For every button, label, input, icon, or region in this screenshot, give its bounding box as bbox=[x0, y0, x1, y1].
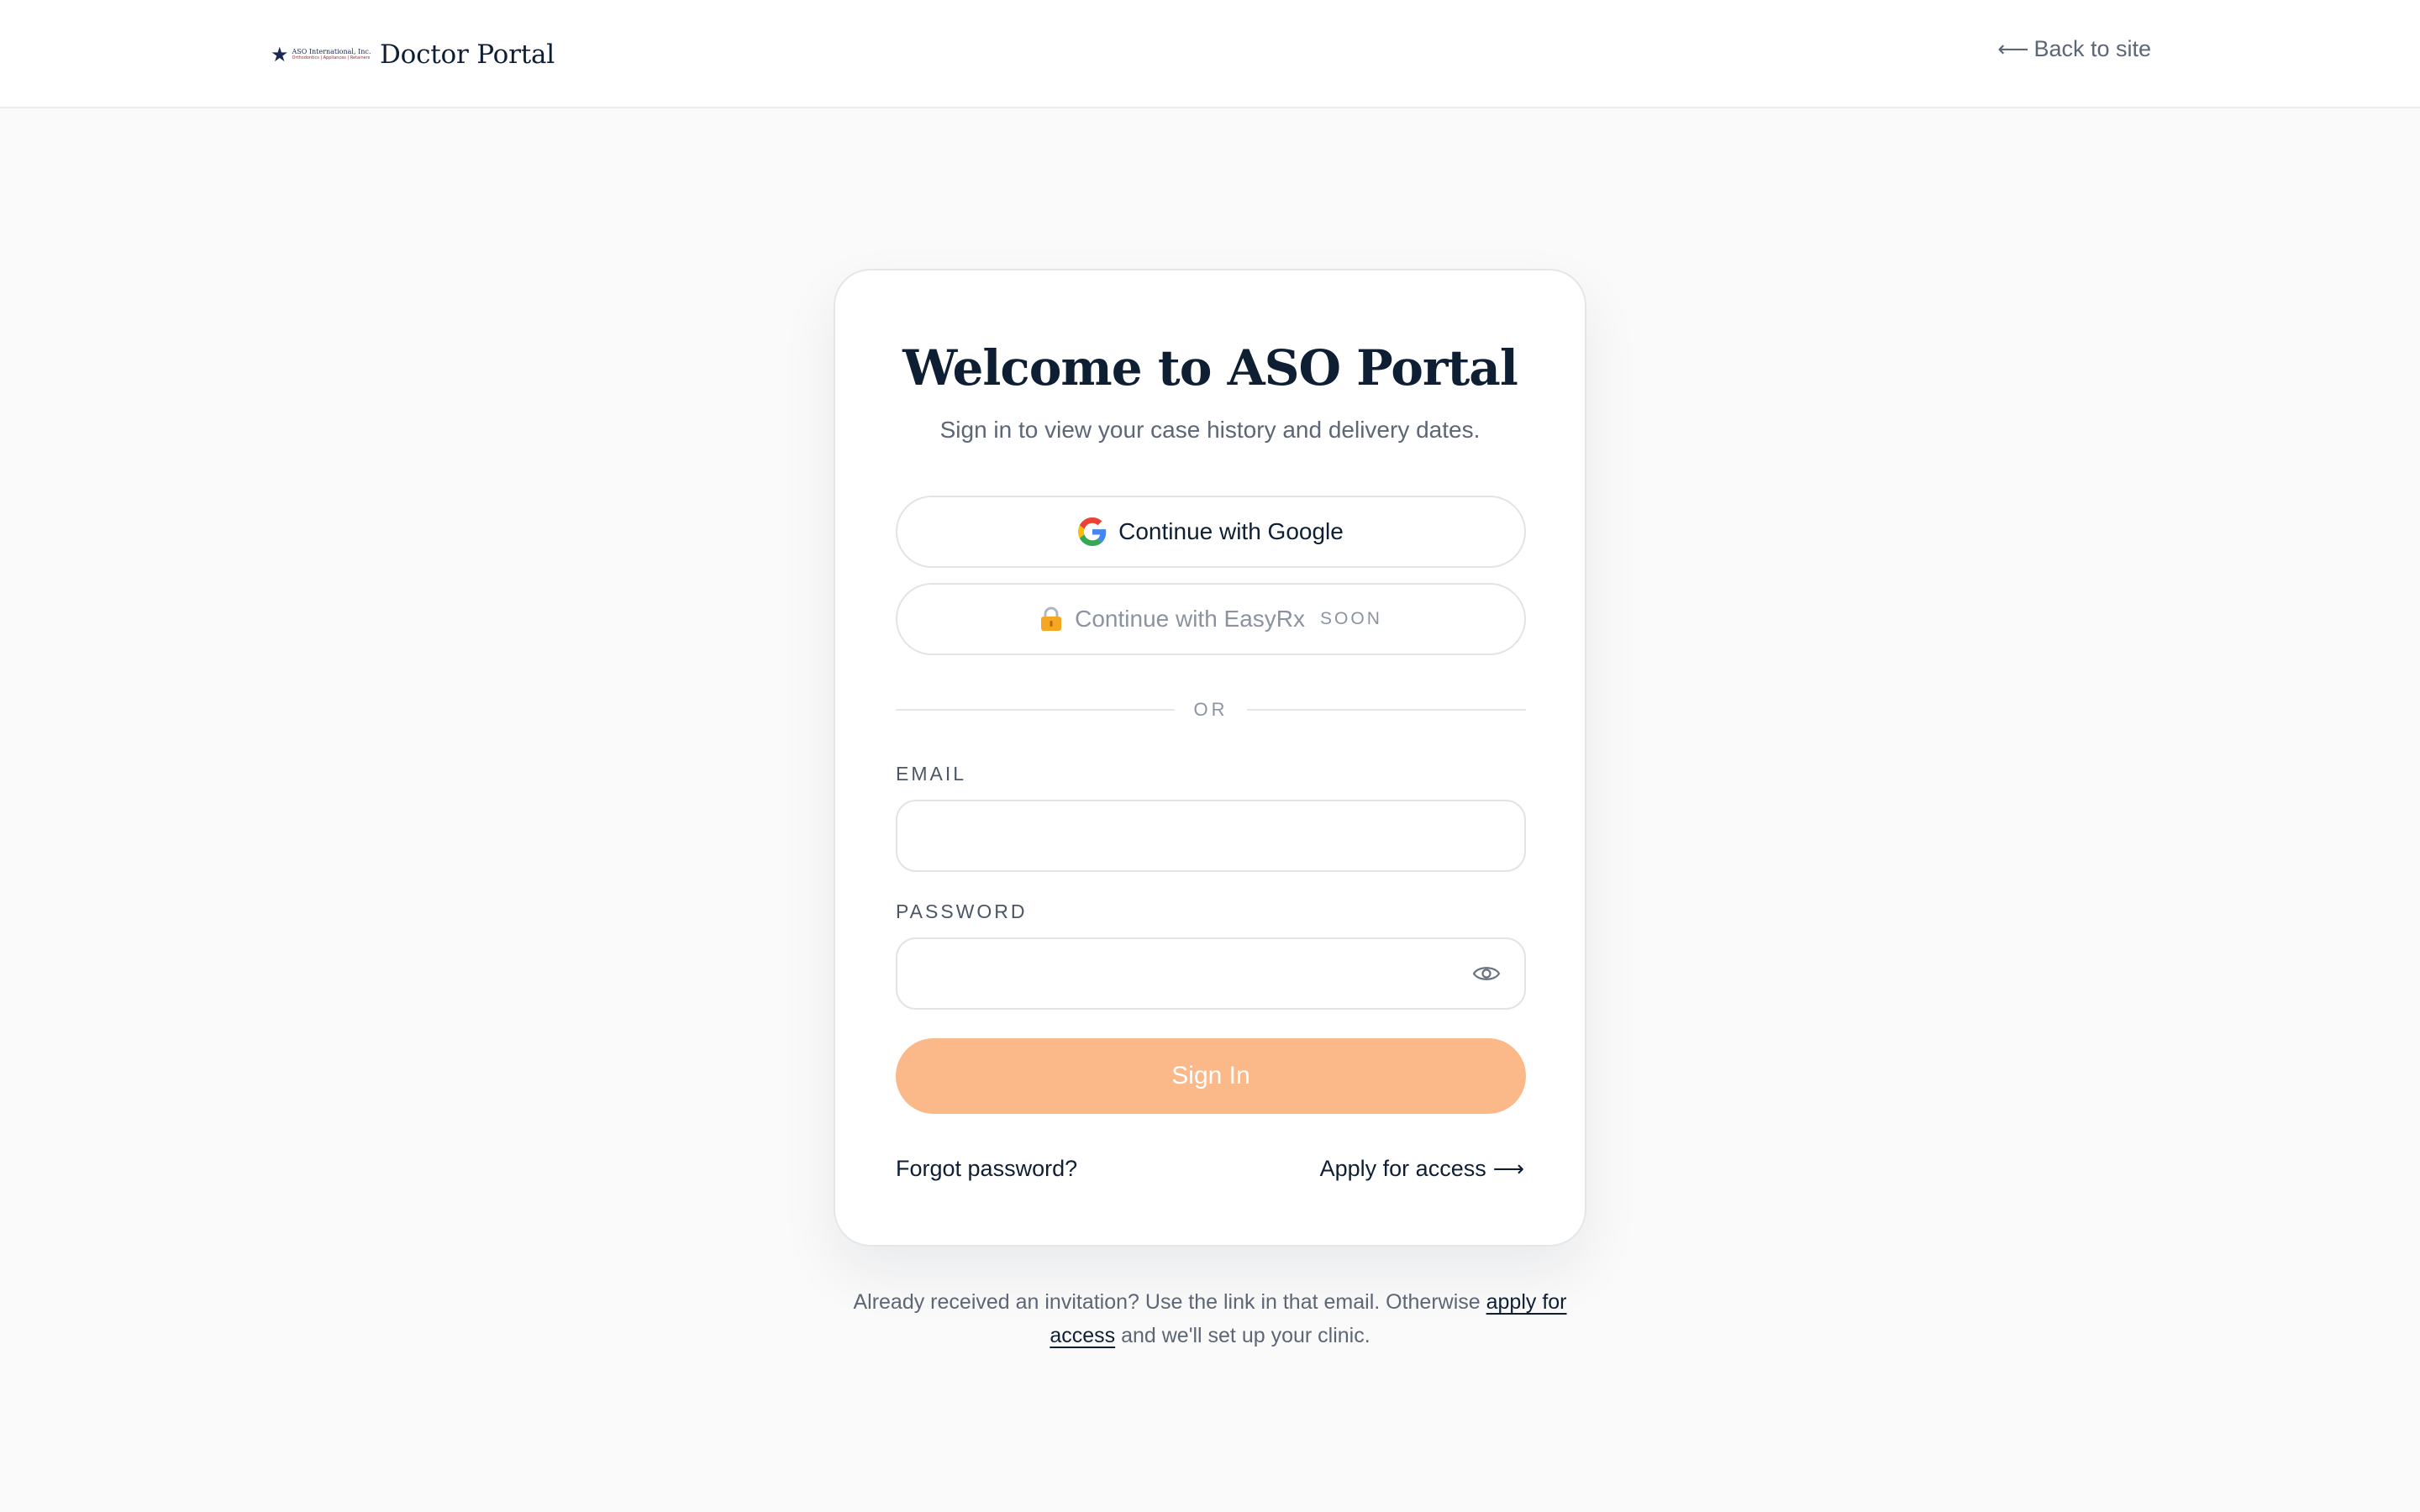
apply-for-access-link[interactable]: Apply for access ⟶ bbox=[1320, 1156, 1524, 1182]
easyrx-button-label: Continue with EasyRx bbox=[1075, 606, 1306, 632]
show-password-icon[interactable] bbox=[1472, 962, 1501, 985]
continue-with-easyrx-button[interactable]: Continue with EasyRx SOON bbox=[896, 583, 1526, 655]
or-divider: OR bbox=[896, 697, 1526, 722]
star-icon: ★ bbox=[271, 43, 289, 66]
arrow-left-icon: ⟵ bbox=[1997, 36, 2029, 62]
invitation-note: Already received an invitation? Use the … bbox=[823, 1285, 1597, 1352]
logo-tagline: Orthodontics | Appliances | Retainers bbox=[292, 55, 371, 60]
password-field[interactable] bbox=[896, 937, 1526, 1010]
invitation-note-text: Already received an invitation? Use the … bbox=[853, 1290, 1486, 1314]
portal-title: Doctor Portal bbox=[380, 39, 555, 70]
back-to-site-link[interactable]: ⟵ Back to site bbox=[1997, 36, 2151, 62]
card-title: Welcome to ASO Portal bbox=[902, 339, 1518, 396]
brand[interactable]: ★ ASO International, Inc. Orthodontics |… bbox=[271, 34, 555, 76]
password-label: PASSWORD bbox=[896, 900, 1028, 922]
invitation-note-text-end: and we'll set up your clinic. bbox=[1115, 1324, 1370, 1347]
lock-icon bbox=[1041, 606, 1062, 631]
card-subtitle: Sign in to view your case history and de… bbox=[939, 417, 1481, 443]
email-field[interactable] bbox=[896, 800, 1526, 872]
sign-in-button[interactable]: Sign In bbox=[896, 1038, 1526, 1114]
back-to-site-label: Back to site bbox=[2033, 36, 2151, 61]
logo-company-name: ASO International, Inc. bbox=[292, 48, 371, 55]
top-bar: ★ ASO International, Inc. Orthodontics |… bbox=[0, 0, 2420, 108]
logo-text: ASO International, Inc. Orthodontics | A… bbox=[292, 48, 371, 61]
email-label: EMAIL bbox=[896, 763, 967, 785]
sign-in-card: Welcome to ASO Portal Sign in to view yo… bbox=[834, 269, 1586, 1247]
divider-line-right bbox=[1247, 709, 1526, 711]
arrow-right-icon: ⟶ bbox=[1492, 1156, 1524, 1182]
google-button-label: Continue with Google bbox=[1118, 518, 1344, 544]
soon-badge: SOON bbox=[1320, 609, 1382, 628]
apply-for-access-label: Apply for access bbox=[1319, 1156, 1486, 1181]
company-logo[interactable]: ★ ASO International, Inc. Orthodontics |… bbox=[271, 42, 371, 67]
forgot-password-link[interactable]: Forgot password? bbox=[896, 1156, 1077, 1182]
google-icon bbox=[1078, 517, 1107, 546]
continue-with-google-button[interactable]: Continue with Google bbox=[896, 496, 1526, 568]
